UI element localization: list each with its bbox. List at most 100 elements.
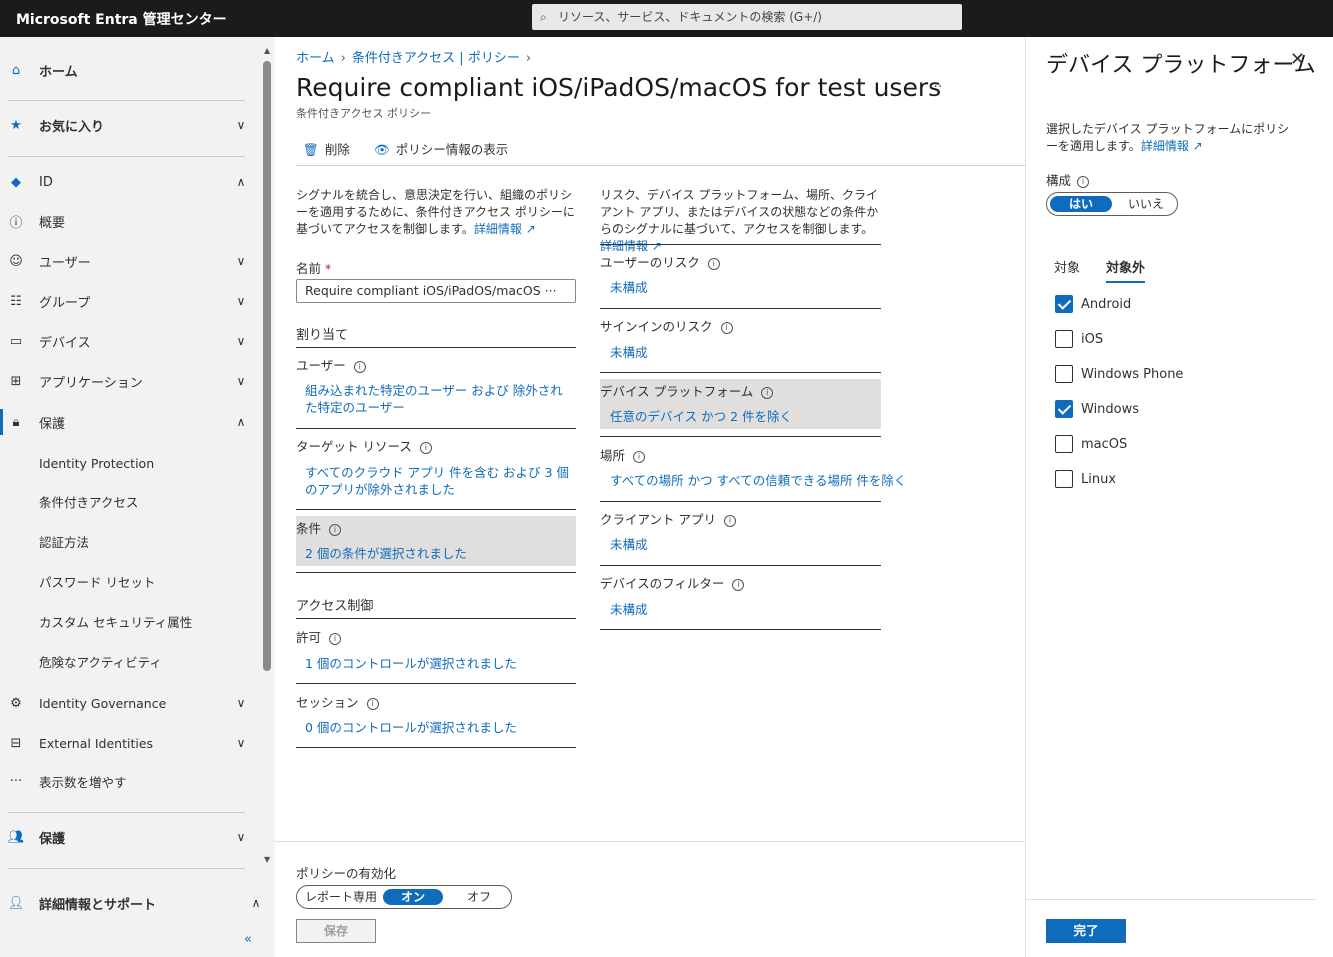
info-icon[interactable]: i (1077, 175, 1090, 188)
scroll-up-icon[interactable]: ▲ (264, 46, 270, 55)
more-options-button[interactable]: ··· (929, 79, 942, 95)
platform-android-row[interactable]: Android (1055, 294, 1131, 314)
checkbox[interactable] (1055, 330, 1073, 348)
sidebar-item-password-reset[interactable]: パスワード リセット (0, 563, 261, 599)
collapse-sidebar-button[interactable]: « (244, 932, 252, 947)
sidebar-item-show-more[interactable]: ··· 表示数を増やす (0, 763, 261, 799)
learn-more-link[interactable]: 詳細情報 ↗ (1141, 139, 1203, 153)
sidebar-item-risky-activities[interactable]: 危険なアクティビティ (0, 643, 261, 679)
device-platform-label: デバイス プラットフォーム i (600, 381, 774, 400)
checkbox[interactable] (1055, 400, 1073, 418)
target-resources-link[interactable]: すべてのクラウド アプリ 件を含む および 3 個のアプリが除外されました (305, 464, 580, 498)
conditions-label: 条件 i (296, 518, 342, 537)
delete-button[interactable]: 🗑︎ 削除 (303, 139, 350, 158)
signin-risk-label-text: サインインのリスク (600, 319, 713, 334)
sidebar-item-learn-support[interactable]: 👤︎ 詳細情報とサポート ∧ (0, 885, 261, 921)
device-platform-link[interactable]: 任意のデバイス かつ 2 件を除く (610, 408, 792, 425)
scroll-down-icon[interactable]: ▼ (264, 855, 270, 864)
sidebar-item-favorites[interactable]: ★ お気に入り ∨ (0, 107, 261, 143)
toggle-no[interactable]: いいえ (1117, 196, 1175, 212)
signin-risk-link[interactable]: 未構成 (610, 344, 648, 361)
name-label: 名前 * (296, 258, 331, 277)
info-icon[interactable]: i (353, 360, 366, 373)
divider (296, 683, 576, 684)
sidebar-item-protection[interactable]: 🔒︎ 保護 ∧ (0, 404, 261, 440)
sidebar-item-identity-governance[interactable]: ⚙ Identity Governance ∨ (0, 685, 261, 721)
main-scrollbar[interactable]: ▲ ▼ (261, 37, 275, 957)
sidebar-item-overview[interactable]: ⓘ 概要 (0, 203, 261, 239)
global-search-input[interactable]: ⌕ リソース、サービス、ドキュメントの検索 (G+/) (532, 4, 962, 30)
scroll-thumb[interactable] (263, 61, 271, 671)
toggle-off[interactable]: オフ (449, 889, 509, 905)
sidebar-item-identity-protection[interactable]: Identity Protection (0, 445, 261, 481)
tab-include[interactable]: 対象 (1054, 257, 1080, 276)
location-link[interactable]: すべての場所 かつ すべての信頼できる場所 件を除く (610, 472, 906, 489)
info-icon[interactable]: i (720, 321, 733, 334)
sidebar-item-label: 認証方法 (39, 534, 90, 550)
conditions-link[interactable]: 2 個の条件が選択されました (305, 545, 467, 562)
sidebar-item-home[interactable]: ⌂ ホーム (0, 52, 261, 88)
close-icon[interactable]: ✕ (1290, 49, 1305, 70)
sidebar-item-users[interactable]: ☺ ユーザー ∨ (0, 243, 261, 279)
info-icon[interactable]: i (329, 523, 342, 536)
sidebar-item-label: 保護 (39, 416, 66, 432)
info-icon[interactable]: i (329, 632, 342, 645)
toggle-report-only[interactable]: レポート専用 (305, 889, 377, 905)
session-link[interactable]: 0 個のコントロールが選択されました (305, 719, 517, 736)
platform-windows-row[interactable]: Windows (1055, 399, 1139, 419)
breadcrumb-home[interactable]: ホーム (296, 51, 335, 66)
save-button[interactable]: 保存 (296, 919, 376, 943)
client-apps-link[interactable]: 未構成 (610, 536, 648, 553)
panel-description: 選択したデバイス プラットフォームにポリシーを適用します。詳細情報 ↗ (1046, 121, 1296, 155)
learn-more-link[interactable]: 詳細情報 ↗ (600, 239, 662, 253)
checkbox[interactable] (1055, 470, 1073, 488)
sidebar-item-protection-section[interactable]: 👥︎ 保護 ∨ (0, 819, 261, 855)
search-icon: ⌕ (540, 10, 547, 24)
sidebar-item-id[interactable]: ◆ ID ∧ (0, 164, 261, 200)
info-icon[interactable]: i (732, 578, 745, 591)
user-risk-link[interactable]: 未構成 (610, 279, 648, 296)
sidebar-item-custom-security[interactable]: カスタム セキュリティ属性 (0, 603, 261, 639)
checkbox[interactable] (1055, 295, 1073, 313)
learn-more-link[interactable]: 詳細情報 ↗ (474, 222, 536, 236)
device-filter-link[interactable]: 未構成 (610, 601, 648, 618)
platform-ios-row[interactable]: iOS (1055, 329, 1103, 349)
info-icon[interactable]: i (707, 257, 720, 270)
brand-title[interactable]: Microsoft Entra 管理センター (16, 9, 227, 29)
toggle-yes[interactable]: はい (1050, 196, 1112, 212)
checkbox[interactable] (1055, 365, 1073, 383)
platform-windows-phone-row[interactable]: Windows Phone (1055, 364, 1183, 384)
info-icon[interactable]: i (723, 514, 736, 527)
done-button[interactable]: 完了 (1046, 919, 1126, 943)
grant-link[interactable]: 1 個のコントロールが選択されました (305, 655, 517, 672)
view-policy-info-button[interactable]: 👁︎ ポリシー情報の表示 (374, 139, 508, 158)
chevron-up-icon: ∧ (236, 175, 246, 189)
users-value-link[interactable]: 組み込まれた特定のユーザー および 除外された特定のユーザー (305, 382, 570, 416)
sidebar-item-auth-methods[interactable]: 認証方法 (0, 523, 261, 559)
external-link-icon: ↗ (525, 222, 536, 236)
sidebar-item-label: 詳細情報とサポート (39, 897, 157, 913)
platform-macos-row[interactable]: macOS (1055, 434, 1127, 454)
divider (600, 436, 881, 437)
toggle-on[interactable]: オン (383, 889, 443, 905)
device-filter-label: デバイスのフィルター i (600, 573, 745, 592)
breadcrumb-ca-policies[interactable]: 条件付きアクセス | ポリシー (352, 51, 520, 66)
sidebar-item-devices[interactable]: ▭ デバイス ∨ (0, 323, 261, 359)
tab-exclude[interactable]: 対象外 (1106, 257, 1146, 283)
platform-linux-row[interactable]: Linux (1055, 469, 1116, 489)
policy-name-input[interactable]: Require compliant iOS/iPadOS/macOS ··· (296, 279, 576, 303)
sidebar-item-conditional-access[interactable]: 条件付きアクセス (0, 483, 261, 519)
configure-toggle[interactable]: はい いいえ (1046, 192, 1178, 216)
info-icon[interactable]: i (366, 697, 379, 710)
info-icon[interactable]: i (633, 450, 646, 463)
sidebar-item-label: External Identities (39, 735, 154, 751)
info-icon[interactable]: i (419, 441, 432, 454)
sidebar-item-applications[interactable]: ⊞ アプリケーション ∨ (0, 363, 261, 399)
configure-label: 構成 i (1046, 170, 1090, 189)
enable-policy-toggle[interactable]: レポート専用 オン オフ (296, 885, 512, 909)
sidebar-item-external-identities[interactable]: ⊟ External Identities ∨ (0, 725, 261, 761)
checkbox[interactable] (1055, 435, 1073, 453)
more-dots-icon: ··· (9, 773, 23, 789)
info-icon[interactable]: i (761, 386, 774, 399)
sidebar-item-groups[interactable]: ☷ グループ ∨ (0, 283, 261, 319)
